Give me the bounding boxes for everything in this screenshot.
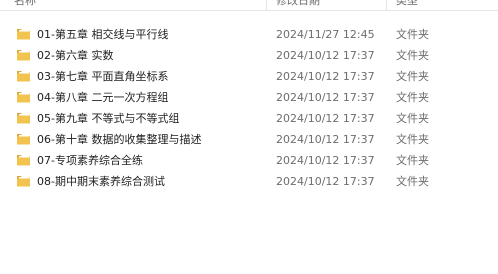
- folder-icon: [17, 92, 30, 103]
- column-header-type[interactable]: 类型: [387, 0, 498, 10]
- folder-icon: [17, 29, 30, 40]
- file-name: 02-第六章 实数: [37, 49, 114, 62]
- file-row[interactable]: 08-期中期末素养综合测试 2024/10/12 17:37 文件夹: [0, 171, 498, 192]
- file-name: 07-专项素养综合全练: [37, 154, 143, 167]
- folder-icon: [17, 50, 30, 61]
- file-name: 08-期中期末素养综合测试: [37, 175, 165, 188]
- folder-icon: [17, 71, 30, 82]
- file-date-modified: 2024/10/12 17:37: [276, 112, 375, 125]
- column-header-bar: 名称 修改日期 类型: [0, 0, 498, 11]
- column-header-date-modified[interactable]: 修改日期: [267, 0, 386, 10]
- file-date-modified: 2024/10/12 17:37: [276, 91, 375, 104]
- file-row[interactable]: 03-第七章 平面直角坐标系 2024/10/12 17:37 文件夹: [0, 66, 498, 87]
- file-rows: 01-第五章 相交线与平行线 2024/11/27 12:45 文件夹 02-第…: [0, 24, 498, 192]
- folder-icon: [17, 113, 30, 124]
- file-row[interactable]: 05-第九章 不等式与不等式组 2024/10/12 17:37 文件夹: [0, 108, 498, 129]
- file-type: 文件夹: [396, 112, 429, 125]
- file-name: 05-第九章 不等式与不等式组: [37, 112, 180, 125]
- file-name: 06-第十章 数据的收集整理与描述: [37, 133, 202, 146]
- file-date-modified: 2024/10/12 17:37: [276, 49, 375, 62]
- file-type: 文件夹: [396, 154, 429, 167]
- file-row[interactable]: 04-第八章 二元一次方程组 2024/10/12 17:37 文件夹: [0, 87, 498, 108]
- file-type: 文件夹: [396, 175, 429, 188]
- file-type: 文件夹: [396, 49, 429, 62]
- folder-icon: [17, 155, 30, 166]
- file-row[interactable]: 01-第五章 相交线与平行线 2024/11/27 12:45 文件夹: [0, 24, 498, 45]
- file-name: 03-第七章 平面直角坐标系: [37, 70, 169, 83]
- file-date-modified: 2024/10/12 17:37: [276, 133, 375, 146]
- file-list-pane: 名称 修改日期 类型 01-第五章 相交线与平行线 2024/11/27 12:…: [0, 0, 498, 274]
- file-row[interactable]: 02-第六章 实数 2024/10/12 17:37 文件夹: [0, 45, 498, 66]
- file-date-modified: 2024/10/12 17:37: [276, 154, 375, 167]
- file-date-modified: 2024/10/12 17:37: [276, 70, 375, 83]
- file-date-modified: 2024/10/12 17:37: [276, 175, 375, 188]
- file-type: 文件夹: [396, 91, 429, 104]
- file-date-modified: 2024/11/27 12:45: [276, 28, 375, 41]
- file-type: 文件夹: [396, 28, 429, 41]
- file-name: 04-第八章 二元一次方程组: [37, 91, 169, 104]
- folder-icon: [17, 176, 30, 187]
- file-name: 01-第五章 相交线与平行线: [37, 28, 169, 41]
- file-type: 文件夹: [396, 70, 429, 83]
- file-row[interactable]: 06-第十章 数据的收集整理与描述 2024/10/12 17:37 文件夹: [0, 129, 498, 150]
- column-header-name[interactable]: 名称: [0, 0, 266, 10]
- file-row[interactable]: 07-专项素养综合全练 2024/10/12 17:37 文件夹: [0, 150, 498, 171]
- file-type: 文件夹: [396, 133, 429, 146]
- folder-icon: [17, 134, 30, 145]
